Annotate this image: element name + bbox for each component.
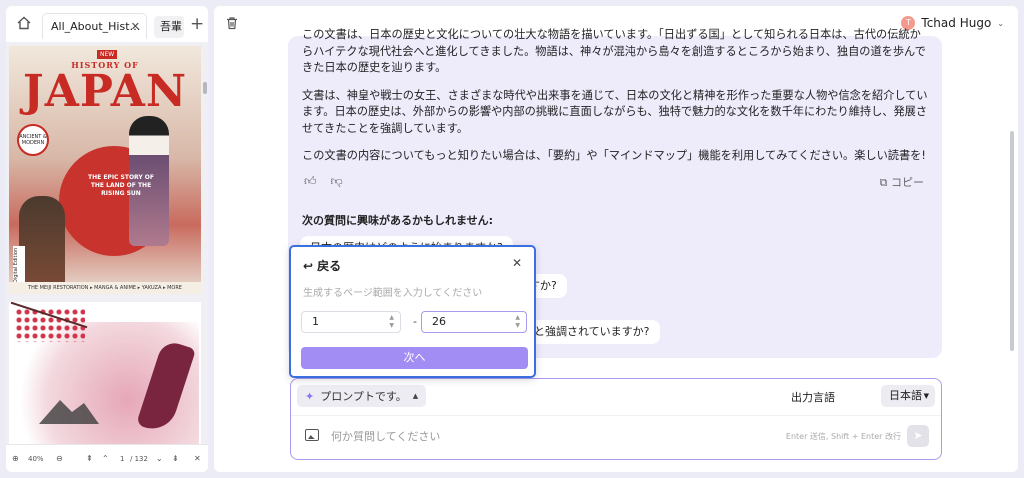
response-paragraph: この文書は、日本の歴史と文化についての壮大な物語を描いています。「日出ずる国」と… [302,28,926,74]
chevron-down-icon: ⌄ [997,18,1004,28]
suggestions-heading: 次の質問に興味があるかもしれません: [302,214,494,227]
page-thumbnail-2[interactable] [9,302,201,452]
tab-document-active[interactable]: All_About_Hist… ✕ [42,13,147,39]
page-range-dialog: ↩ 戻る ✕ 生成するページ範囲を入力してください 1 ▲ ▼ - 26 ▲ ▼ 次… [289,245,536,378]
thumbs-down-icon[interactable]: 👎︎ [331,174,343,189]
stepper-icon[interactable]: ▲ ▼ [389,314,394,330]
next-page-icon[interactable]: ⌄ [156,454,163,463]
back-arrow-icon: ↩ [303,258,314,273]
output-language-value: 日本語 [889,389,922,402]
cover-circle-badge: ANCIENT & MODERN [17,124,49,156]
tab-document-second[interactable]: 吾輩 [154,16,184,38]
total-pages: / 132 [130,455,148,463]
send-icon: ➤ [913,429,923,442]
home-icon[interactable] [17,16,31,30]
prompt-selector[interactable]: ✦ プロンプトです。 ▲ [297,385,427,407]
page-from-input[interactable]: 1 ▲ ▼ [301,311,401,333]
output-language-label: 出力言語 [791,391,835,404]
thumbnail-scrollbar[interactable] [203,82,207,94]
new-badge: NEW [97,50,118,59]
image-upload-icon[interactable] [305,429,319,441]
digital-edition-label: Digital Edition [13,246,25,284]
stepper-icon[interactable]: ▲ ▼ [515,314,520,330]
prompt-label: プロンプトです。 [320,390,407,403]
chat-composer: ✦ プロンプトです。 ▲ 出力言語 日本語 ▼ Enter 送信, Shift … [290,378,942,460]
sparkle-icon: ✦ [305,389,315,403]
suggestion-chip[interactable]: と強調されていますか? [524,320,660,344]
caret-down-icon: ▼ [923,392,929,400]
output-language-select[interactable]: 日本語 ▼ [881,385,935,407]
keyboard-hint: Enter 送信, Shift + Enter 改行 [785,432,901,441]
chat-panel: T Tchad Hugo ⌄ この文書は、日本の歴史と文化についての壮大な物語を… [214,6,1018,472]
response-paragraph: この文書の内容についてもっと知りたい場合は、「要約」や「マインドマップ」機能を利… [302,149,926,162]
cover-tagline: THE EPIC STORY OF THE LAND OF THE RISING… [88,174,154,197]
samurai-illustration [19,196,65,286]
document-tabs: All_About_Hist… ✕ 吾輩 + [6,6,208,40]
tab-label: All_About_Hist… [51,20,141,33]
first-page-icon[interactable]: ⇞ [86,454,93,463]
caret-up-icon: ▲ [412,392,419,400]
viewer-toolbar: ⊕ 40% ⊖ ⇞ ⌃ 1 / 132 ⌄ ⇟ ✕ [6,444,208,472]
cover-title: JAPAN [22,66,188,117]
copy-icon: ⧉ [879,176,888,189]
back-label: 戻る [317,259,342,273]
page-to-input[interactable]: 26 ▲ ▼ [421,311,527,333]
current-page[interactable]: 1 [120,455,124,463]
user-name: Tchad Hugo [921,16,992,30]
range-separator: - [413,315,417,328]
close-tab-icon[interactable]: ✕ [131,20,140,33]
zoom-in-icon[interactable]: ⊕ [12,454,19,463]
back-button[interactable]: ↩ 戻る [303,257,341,274]
document-panel: All_About_Hist… ✕ 吾輩 + NEW HISTORY OF JA… [6,6,208,472]
page-from-value: 1 [312,315,319,328]
send-button[interactable]: ➤ [907,425,929,447]
copy-button[interactable]: ⧉ コピー [880,174,924,190]
page-to-value: 26 [432,315,446,328]
thumbs-up-icon[interactable]: 👍︎ [304,174,317,189]
trash-icon[interactable] [225,16,239,30]
page-thumbnail-cover[interactable]: NEW HISTORY OF JAPAN ANCIENT & MODERN TH… [9,46,201,294]
chat-input[interactable] [331,426,731,446]
cherry-blossom-graphic [15,308,85,342]
last-page-icon[interactable]: ⇟ [172,454,179,463]
copy-label: コピー [891,176,924,189]
close-viewer-icon[interactable]: ✕ [194,454,201,463]
response-paragraph: 文書は、神皇や戦士の女王、さまざまな時代や出来事を通じて、日本の文化と精神を形作… [302,88,928,135]
zoom-level[interactable]: 40% [28,455,44,463]
chat-scrollbar[interactable] [1010,131,1014,351]
page-thumbnails[interactable]: NEW HISTORY OF JAPAN ANCIENT & MODERN TH… [6,42,208,452]
cover-footer: THE MEIJI RESTORATION ▸ MANGA & ANIME ▸ … [9,282,201,294]
add-tab-icon[interactable]: + [190,14,204,34]
previous-page-icon[interactable]: ⌃ [102,454,109,463]
close-icon[interactable]: ✕ [512,256,522,270]
next-button[interactable]: 次へ [301,347,528,369]
page-range-hint: 生成するページ範囲を入力してください [303,288,483,299]
zoom-out-icon[interactable]: ⊖ [56,454,63,463]
